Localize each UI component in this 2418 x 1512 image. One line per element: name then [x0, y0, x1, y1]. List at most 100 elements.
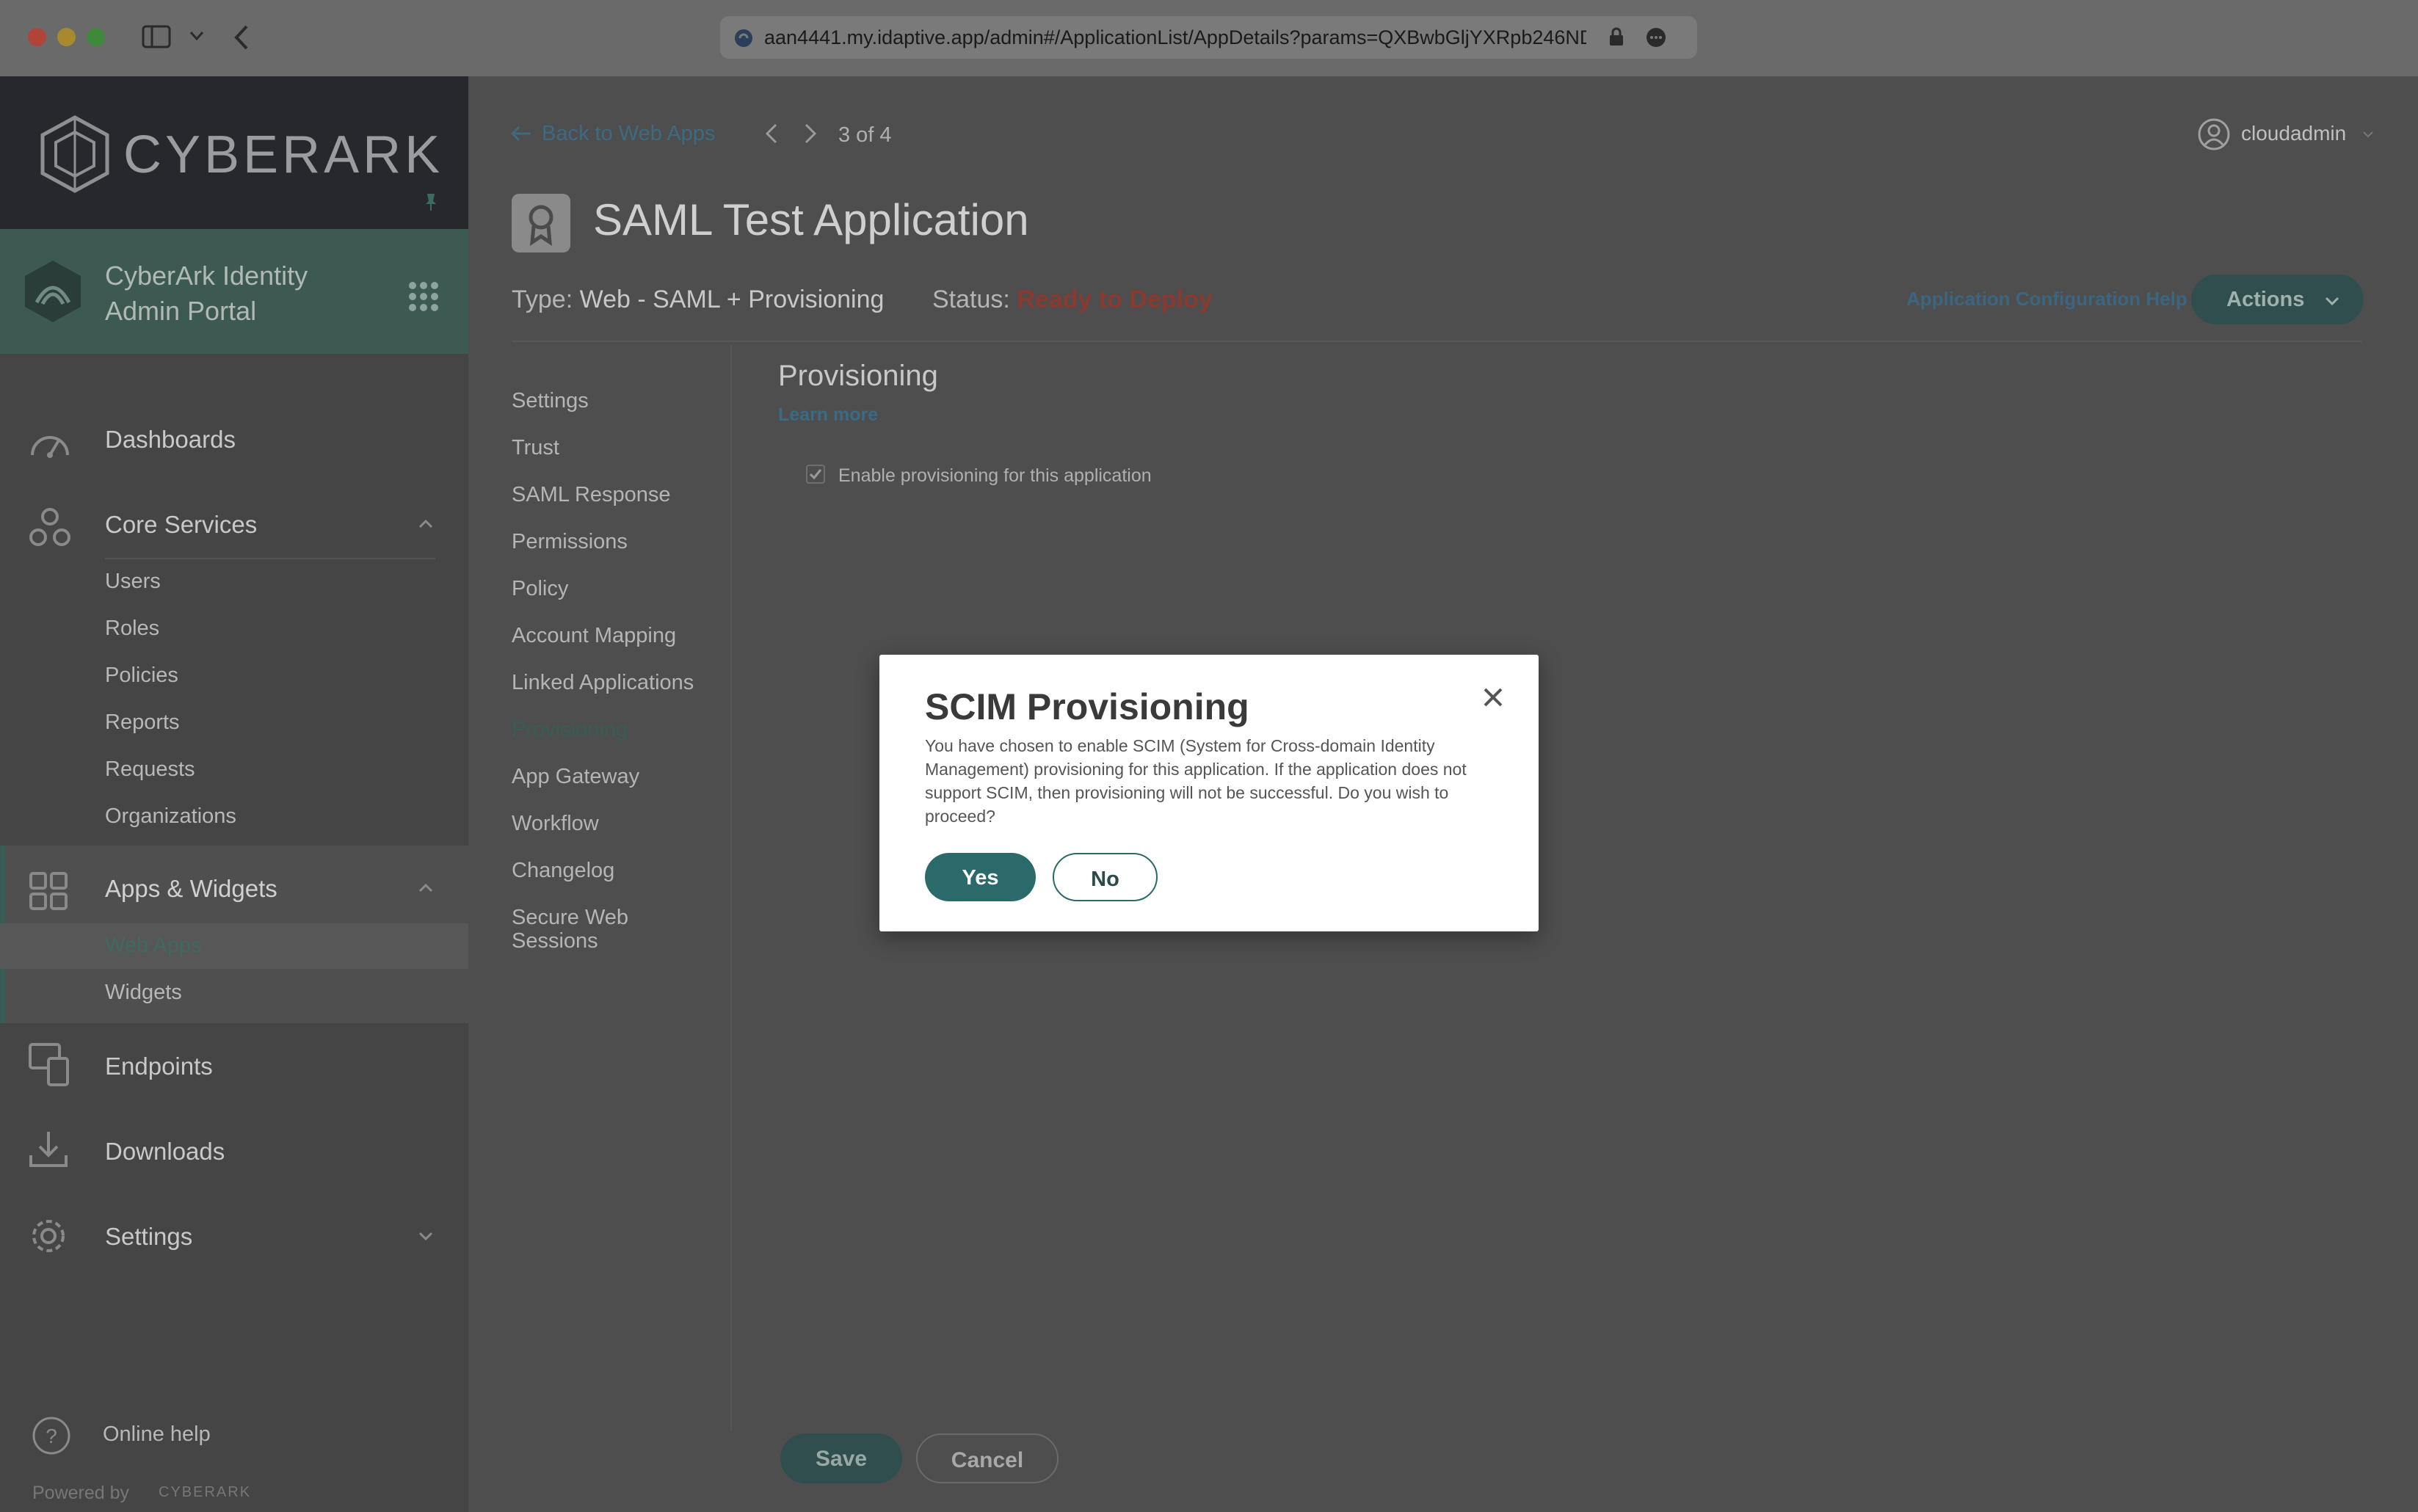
subnav-app-gateway[interactable]: App Gateway — [512, 765, 639, 789]
endpoints-icon — [28, 1042, 72, 1088]
yes-button[interactable]: Yes — [925, 853, 1036, 901]
enable-provisioning-label: Enable provisioning for this application — [838, 465, 1152, 486]
sidebar-item-core-services[interactable]: Core Services — [105, 511, 257, 539]
portal-switcher[interactable]: CyberArk Identity Admin Portal — [0, 229, 468, 354]
url-text: aan4441.my.idaptive.app/admin#/Applicati… — [764, 26, 1586, 48]
sidebar-item-roles[interactable]: Roles — [105, 617, 159, 641]
app-config-help-link[interactable]: Application Configuration Help — [1906, 288, 2188, 310]
online-help-link[interactable]: Online help — [103, 1422, 211, 1447]
type-label: Type: — [512, 286, 573, 313]
cyberark-logo-icon — [38, 115, 112, 194]
actions-button[interactable]: Actions — [2191, 275, 2364, 324]
more-options-icon[interactable] — [1645, 26, 1667, 48]
app-status: Status: Ready to Deploy — [932, 286, 1213, 314]
subnav-trust[interactable]: Trust — [512, 436, 559, 460]
dashboard-icon — [28, 423, 72, 459]
learn-more-link[interactable]: Learn more — [778, 404, 878, 426]
divider — [105, 558, 435, 559]
powered-by-text: Powered by — [32, 1483, 130, 1503]
type-value: Web - SAML + Provisioning — [579, 286, 885, 313]
site-icon — [733, 28, 754, 48]
dialog-message: You have chosen to enable SCIM (System f… — [925, 736, 1467, 826]
subnav-permissions[interactable]: Permissions — [512, 530, 628, 554]
subnav-saml-response[interactable]: SAML Response — [512, 483, 671, 507]
yes-label: Yes — [962, 866, 999, 890]
save-label: Save — [815, 1447, 868, 1471]
chevron-down-icon[interactable] — [189, 31, 204, 41]
chevron-up-icon[interactable] — [418, 884, 433, 893]
enable-provisioning-checkbox[interactable] — [806, 465, 825, 484]
sidebar-item-widgets[interactable]: Widgets — [105, 981, 182, 1005]
subnav-policy[interactable]: Policy — [512, 577, 568, 601]
sidebar-toggle-icon[interactable] — [142, 25, 171, 48]
status-label: Status: — [932, 286, 1010, 313]
subnav-workflow[interactable]: Workflow — [512, 812, 599, 836]
sidebar-item-organizations[interactable]: Organizations — [105, 804, 236, 829]
previous-app-icon[interactable] — [765, 123, 778, 144]
sidebar-item-requests[interactable]: Requests — [105, 757, 195, 782]
dialog-title: SCIM Provisioning — [925, 686, 1249, 727]
pager-text: 3 of 4 — [838, 123, 892, 147]
address-bar[interactable]: aan4441.my.idaptive.app/admin#/Applicati… — [720, 16, 1697, 59]
app-launcher-icon[interactable] — [408, 281, 439, 312]
no-button[interactable]: No — [1053, 853, 1158, 901]
header-divider — [512, 341, 2361, 342]
subnav-settings[interactable]: Settings — [512, 389, 589, 413]
gear-icon — [28, 1215, 69, 1257]
active-item-highlight — [0, 923, 468, 969]
sidebar-item-dashboards[interactable]: Dashboards — [105, 426, 236, 454]
apps-widgets-icon — [28, 871, 69, 912]
user-menu[interactable]: cloudadmin — [2241, 122, 2346, 145]
minimize-window-button[interactable] — [57, 28, 76, 46]
subnav-linked-applications[interactable]: Linked Applications — [512, 671, 694, 695]
scim-dialog: SCIM Provisioning You have chosen to ena… — [879, 655, 1539, 931]
sidebar-item-policies[interactable]: Policies — [105, 664, 178, 688]
arrow-left-icon[interactable] — [510, 125, 532, 142]
user-avatar-icon[interactable] — [2197, 117, 2231, 151]
download-icon — [28, 1129, 69, 1168]
page-title: SAML Test Application — [593, 195, 1029, 244]
sidebar: CYBERARK CyberArk Identity Admin Portal — [0, 76, 468, 1512]
subnav-divider — [730, 345, 732, 1431]
actions-label: Actions — [2226, 288, 2305, 311]
app-icon — [512, 194, 570, 252]
sidebar-item-apps-widgets[interactable]: Apps & Widgets — [105, 875, 277, 903]
pin-icon[interactable] — [424, 192, 438, 211]
brand-header: CYBERARK — [0, 76, 468, 229]
maximize-window-button[interactable] — [87, 28, 105, 46]
app-type: Type: Web - SAML + Provisioning — [512, 286, 884, 314]
identity-logo-icon — [22, 258, 84, 324]
status-badge: Ready to Deploy — [1017, 286, 1213, 313]
save-button[interactable]: Save — [780, 1433, 902, 1483]
subnav-changelog[interactable]: Changelog — [512, 859, 614, 883]
browser-back-icon[interactable] — [233, 25, 250, 50]
cancel-button[interactable]: Cancel — [916, 1433, 1059, 1483]
chevron-up-icon[interactable] — [418, 520, 433, 528]
sidebar-item-settings[interactable]: Settings — [105, 1223, 192, 1251]
back-to-web-apps-link[interactable]: Back to Web Apps — [542, 122, 715, 146]
lock-icon — [1608, 26, 1624, 47]
core-services-icon — [28, 506, 72, 548]
subnav-provisioning[interactable]: Provisioning — [512, 718, 628, 742]
sidebar-item-reports[interactable]: Reports — [105, 710, 180, 735]
svg-text:?: ? — [46, 1425, 57, 1447]
close-icon[interactable] — [1481, 686, 1505, 709]
chevron-down-icon[interactable] — [418, 1232, 433, 1240]
portal-title: CyberArk Identity Admin Portal — [105, 261, 308, 326]
powered-by-brand: CYBERARK — [159, 1484, 252, 1500]
chevron-down-icon[interactable] — [2362, 131, 2374, 138]
cancel-label: Cancel — [951, 1448, 1024, 1472]
subnav-secure-web-sessions[interactable]: Secure Web Sessions — [512, 906, 644, 953]
next-app-icon[interactable] — [804, 123, 817, 144]
subnav-account-mapping[interactable]: Account Mapping — [512, 624, 676, 648]
sidebar-item-web-apps[interactable]: Web Apps — [105, 934, 202, 958]
sidebar-item-endpoints[interactable]: Endpoints — [105, 1053, 213, 1080]
help-icon: ? — [31, 1415, 72, 1456]
brand-wordmark: CYBERARK — [123, 126, 444, 184]
sidebar-item-downloads[interactable]: Downloads — [105, 1138, 225, 1166]
close-window-button[interactable] — [28, 28, 46, 46]
browser-toolbar: aan4441.my.idaptive.app/admin#/Applicati… — [0, 0, 2418, 76]
chevron-down-icon — [2325, 297, 2339, 305]
no-label: No — [1091, 868, 1119, 891]
sidebar-item-users[interactable]: Users — [105, 570, 161, 594]
